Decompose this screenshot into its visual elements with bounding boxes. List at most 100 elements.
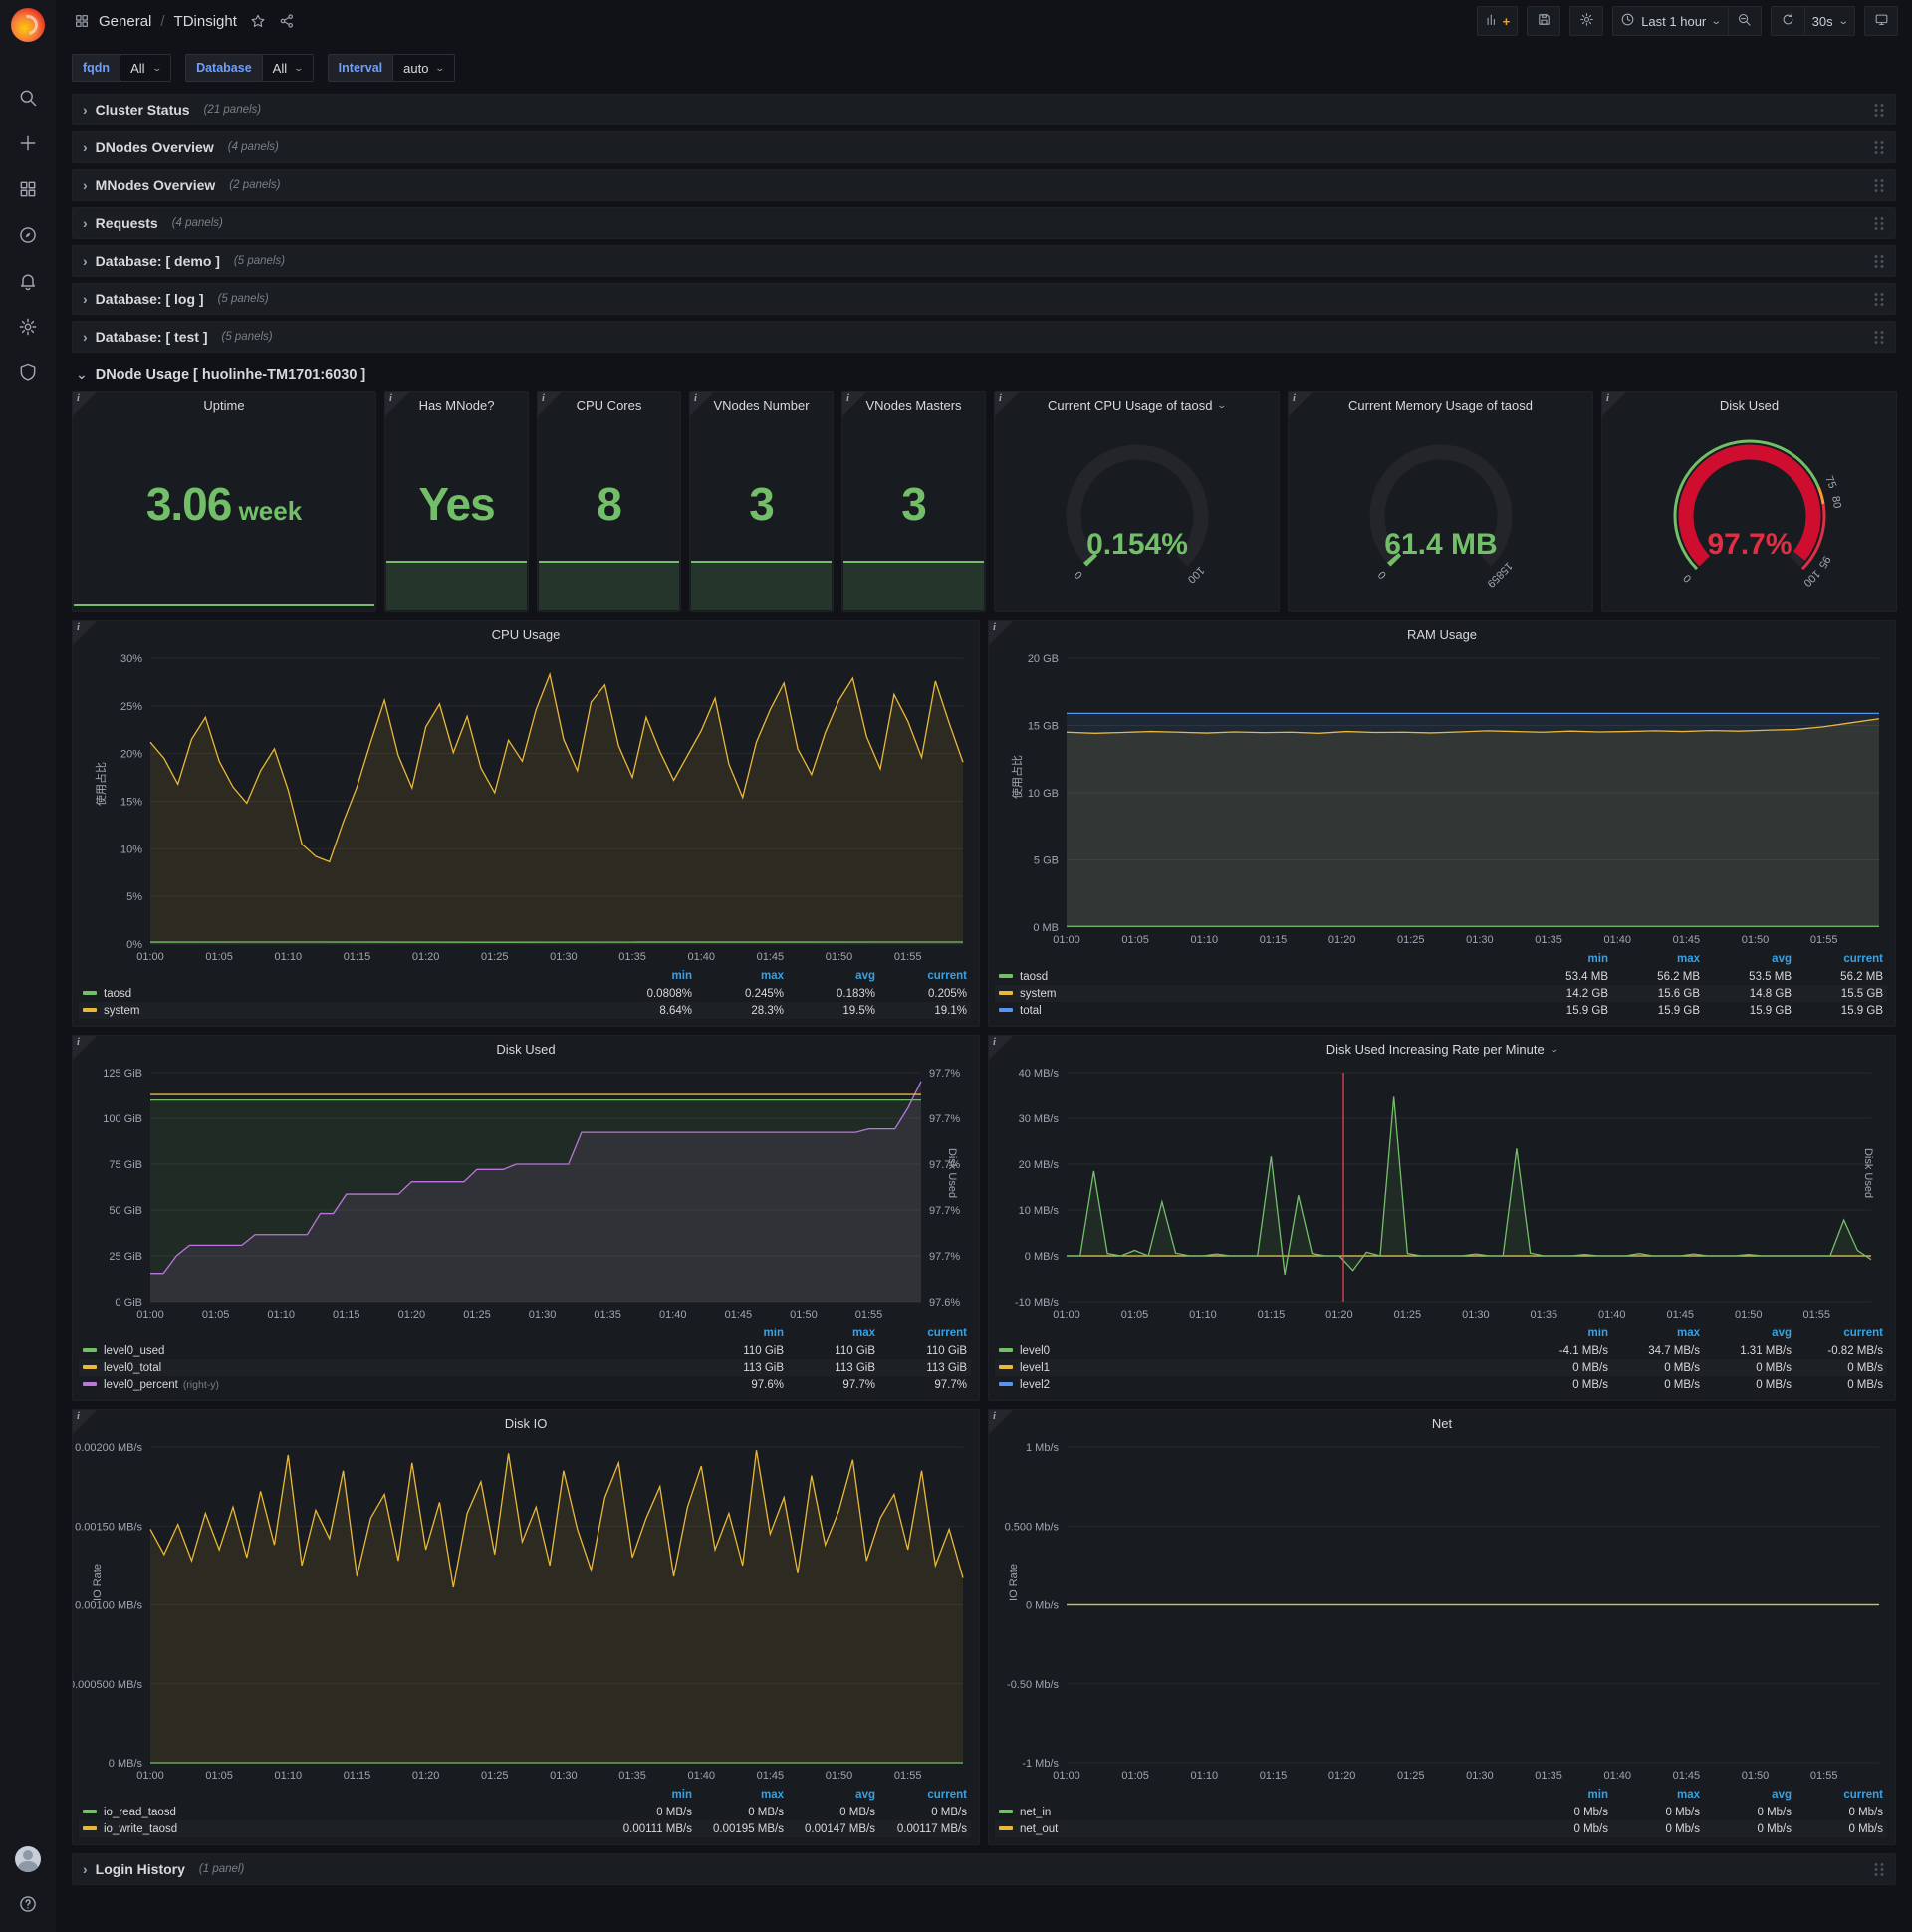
legend-col-max[interactable]: max xyxy=(788,1326,879,1342)
row-drag-handle[interactable] xyxy=(1873,102,1885,118)
legend-col-avg[interactable]: avg xyxy=(1704,1326,1795,1342)
row-mnodes-overview[interactable]: › MNodes Overview (2 panels) xyxy=(72,169,1896,201)
panel-title-disk-io[interactable]: Disk IO xyxy=(73,1410,979,1437)
row-drag-handle[interactable] xyxy=(1873,215,1885,231)
variable-value-Database[interactable]: All ⌄ xyxy=(261,54,314,82)
panel-title-net[interactable]: Net xyxy=(989,1410,1895,1437)
legend-series-level0_percent[interactable]: level0_percent (right-y) xyxy=(83,1379,219,1391)
legend-series-total[interactable]: total xyxy=(999,1005,1042,1017)
avatar[interactable] xyxy=(15,1846,41,1872)
legend-col-max[interactable]: max xyxy=(696,1787,788,1804)
row-database-demo-[interactable]: › Database: [ demo ] (5 panels) xyxy=(72,245,1896,277)
gear-icon[interactable] xyxy=(18,317,38,337)
chart-plot-net[interactable]: -1 Mb/s -0.50 Mb/s 0 Mb/s 0.500 Mb/s 1 Mb/s 0… xyxy=(989,1437,1895,1785)
panel-info-corner[interactable]: i xyxy=(73,392,97,416)
legend-col-min[interactable]: min xyxy=(604,968,696,985)
apps-icon[interactable] xyxy=(18,179,38,199)
legend-col-current[interactable]: current xyxy=(879,968,971,985)
chart-svg-cpu[interactable]: 0% 5% 10% 15% 20% 25% 30% 01:00 01:05 01:10 01:15 0… xyxy=(73,648,979,966)
chart-plot-cpu[interactable]: 0% 5% 10% 15% 20% 25% 30% 01:00 01:05 01:10 01:15 0… xyxy=(73,648,979,966)
row-requests[interactable]: › Requests (4 panels) xyxy=(72,207,1896,239)
panel-info-corner[interactable]: i xyxy=(989,1036,1013,1060)
panel-title-uptime[interactable]: Uptime xyxy=(73,392,375,419)
row-cluster-status[interactable]: › Cluster Status (21 panels) xyxy=(72,94,1896,125)
shield-icon[interactable] xyxy=(18,362,38,382)
row-drag-handle[interactable] xyxy=(1873,139,1885,155)
legend-col-avg[interactable]: avg xyxy=(1704,1787,1795,1804)
panel-info-corner[interactable]: i xyxy=(989,621,1013,645)
legend-col-current[interactable]: current xyxy=(1795,1326,1887,1342)
chart-plot-io[interactable]: 0 MB/s 0.000500 MB/s 0.00100 MB/s 0.00150 M… xyxy=(73,1437,979,1785)
dashboard-settings-button[interactable] xyxy=(1569,6,1604,36)
chart-svg-ram[interactable]: 0 MB 5 GB 10 GB 15 GB 20 GB 01:00 01:05 01:10 01… xyxy=(989,648,1895,949)
legend-series-taosd[interactable]: taosd xyxy=(83,988,131,1000)
add-panel-button[interactable]: + xyxy=(1476,6,1519,36)
legend-col-current[interactable]: current xyxy=(879,1326,971,1342)
zoom-out-time-button[interactable] xyxy=(1727,6,1762,36)
variable-value-Interval[interactable]: auto ⌄ xyxy=(392,54,455,82)
panel-title-disk-used[interactable]: Disk Used xyxy=(1602,392,1896,419)
bell-icon[interactable] xyxy=(18,271,38,291)
legend-series-io_read_taosd[interactable]: io_read_taosd xyxy=(83,1807,176,1818)
legend-col-avg[interactable]: avg xyxy=(788,968,879,985)
row-drag-handle[interactable] xyxy=(1873,1861,1885,1877)
time-range-picker[interactable]: Last 1 hour ⌄ xyxy=(1612,6,1728,36)
panel-info-corner[interactable]: i xyxy=(538,392,562,416)
save-dashboard-button[interactable] xyxy=(1527,6,1561,36)
chart-svg-io[interactable]: 0 MB/s 0.000500 MB/s 0.00100 MB/s 0.00150 M… xyxy=(73,1437,979,1785)
star-icon[interactable] xyxy=(250,13,266,29)
cycle-view-mode-button[interactable] xyxy=(1864,6,1898,36)
legend-series-system[interactable]: system xyxy=(83,1005,139,1017)
legend-series-level2[interactable]: level2 xyxy=(999,1379,1050,1391)
chart-plot-ram[interactable]: 0 MB 5 GB 10 GB 15 GB 20 GB 01:00 01:05 01:10 01… xyxy=(989,648,1895,949)
row-database-test-[interactable]: › Database: [ test ] (5 panels) xyxy=(72,321,1896,353)
legend-col-min[interactable]: min xyxy=(1521,1787,1612,1804)
legend-col-min[interactable]: min xyxy=(1521,951,1612,968)
panel-title-cpu-usage[interactable]: CPU Usage xyxy=(73,621,979,648)
legend-col-min[interactable]: min xyxy=(696,1326,788,1342)
share-icon[interactable] xyxy=(279,13,295,29)
panel-info-corner[interactable]: i xyxy=(73,1036,97,1060)
chart-svg-disk[interactable]: 0 GiB 25 GiB 50 GiB 75 GiB 100 GiB 125 GiB 97.… xyxy=(73,1063,979,1324)
legend-series-level0_total[interactable]: level0_total xyxy=(83,1362,161,1374)
variable-label-Database[interactable]: Database xyxy=(185,54,262,82)
breadcrumb-dashboard[interactable]: TDinsight xyxy=(174,13,237,30)
panel-title-current-memory-usage-of-taosd[interactable]: Current Memory Usage of taosd xyxy=(1289,392,1592,419)
legend-col-min[interactable]: min xyxy=(604,1787,696,1804)
legend-series-taosd[interactable]: taosd xyxy=(999,971,1048,983)
panel-info-corner[interactable]: i xyxy=(73,1410,97,1434)
compass-icon[interactable] xyxy=(18,225,38,245)
chart-plot-rate[interactable]: -10 MB/s 0 MB/s 10 MB/s 20 MB/s 30 MB/s 40 MB… xyxy=(989,1063,1895,1324)
legend-series-system[interactable]: system xyxy=(999,988,1056,1000)
dashboards-grid-icon[interactable] xyxy=(74,13,90,29)
panel-info-corner[interactable]: i xyxy=(385,392,409,416)
row-drag-handle[interactable] xyxy=(1873,329,1885,345)
row-dnodes-overview[interactable]: › DNodes Overview (4 panels) xyxy=(72,131,1896,163)
row-dnode-usage[interactable]: ⌄ DNode Usage [ huolinhe-TM1701:6030 ] xyxy=(72,359,1896,391)
panel-info-corner[interactable]: i xyxy=(995,392,1019,416)
panel-info-corner[interactable]: i xyxy=(842,392,866,416)
refresh-interval-picker[interactable]: 30s ⌄ xyxy=(1803,6,1855,36)
row-drag-handle[interactable] xyxy=(1873,291,1885,307)
legend-series-level1[interactable]: level1 xyxy=(999,1362,1050,1374)
legend-col-current[interactable]: current xyxy=(1795,1787,1887,1804)
legend-col-max[interactable]: max xyxy=(1612,1787,1704,1804)
legend-col-max[interactable]: max xyxy=(1612,1326,1704,1342)
panel-info-corner[interactable]: i xyxy=(1289,392,1313,416)
legend-series-level0_used[interactable]: level0_used xyxy=(83,1345,164,1357)
plus-icon[interactable] xyxy=(18,133,38,153)
chart-svg-net[interactable]: -1 Mb/s -0.50 Mb/s 0 Mb/s 0.500 Mb/s 1 Mb/s 0… xyxy=(989,1437,1895,1785)
legend-col-min[interactable]: min xyxy=(1521,1326,1612,1342)
search-icon[interactable] xyxy=(18,88,38,108)
legend-col-max[interactable]: max xyxy=(696,968,788,985)
legend-series-net_out[interactable]: net_out xyxy=(999,1823,1058,1835)
legend-series-net_in[interactable]: net_in xyxy=(999,1807,1051,1818)
panel-title-disk-used-increasing-rate-per-minute[interactable]: Disk Used Increasing Rate per Minute ⌄ xyxy=(989,1036,1895,1063)
grafana-logo[interactable] xyxy=(11,8,45,42)
legend-col-current[interactable]: current xyxy=(879,1787,971,1804)
panel-title-disk-used[interactable]: Disk Used xyxy=(73,1036,979,1063)
legend-series-io_write_taosd[interactable]: io_write_taosd xyxy=(83,1823,177,1835)
panel-info-corner[interactable]: i xyxy=(73,621,97,645)
panel-title-ram-usage[interactable]: RAM Usage xyxy=(989,621,1895,648)
row-drag-handle[interactable] xyxy=(1873,253,1885,269)
